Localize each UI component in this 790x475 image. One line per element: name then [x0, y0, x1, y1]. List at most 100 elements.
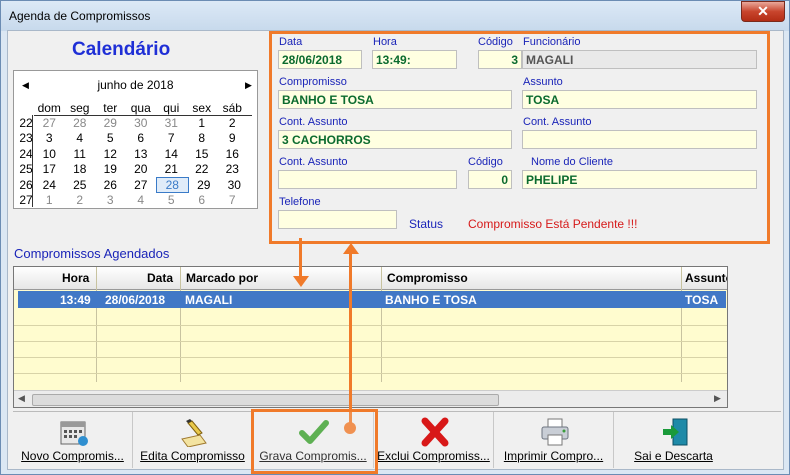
assunto-field[interactable]: TOSA: [522, 90, 757, 109]
cont-assunto-1-field[interactable]: 3 CACHORROS: [278, 130, 512, 149]
cont-assunto-3-field[interactable]: [278, 170, 457, 189]
novo-compromisso-button[interactable]: Novo Compromis...: [13, 412, 133, 468]
calendar-day[interactable]: 3: [34, 131, 65, 145]
calendar-day[interactable]: 2: [65, 193, 96, 207]
col-hora[interactable]: Hora: [62, 271, 89, 285]
calendar-day[interactable]: 5: [95, 131, 126, 145]
data-field[interactable]: 28/06/2018: [278, 50, 362, 69]
cont-assunto-1-label: Cont. Assunto: [279, 116, 348, 128]
calendar-day[interactable]: 18: [65, 162, 96, 176]
edita-compromisso-button[interactable]: Edita Compromisso: [133, 412, 253, 468]
calendar[interactable]: ◀ junho de 2018 ▶ dom seg ter qua qui sex sáb 2…: [13, 70, 258, 209]
table-row[interactable]: 13:49 28/06/2018 MAGALI BANHO E TOSA TOS…: [18, 291, 726, 308]
calendar-day[interactable]: 9: [217, 131, 248, 145]
imprimir-compromisso-button[interactable]: Imprimir Compro...: [494, 412, 614, 468]
telefone-field[interactable]: [278, 210, 397, 229]
next-month-icon[interactable]: ▶: [245, 80, 252, 91]
weekday-label: sáb: [222, 100, 242, 115]
calendar-day[interactable]: 7: [156, 131, 187, 145]
sai-descarta-button[interactable]: Sai e Descarta: [614, 412, 733, 468]
exclui-compromisso-button[interactable]: Exclui Compromiss...: [374, 412, 494, 468]
arrow-up-line: [349, 254, 352, 428]
calendar-day[interactable]: 23: [217, 162, 248, 176]
scroll-left-icon[interactable]: ◀: [18, 393, 25, 404]
calendar-day[interactable]: 28: [156, 176, 189, 193]
calendar-day[interactable]: 5: [156, 193, 187, 207]
calendar-day[interactable]: 24: [34, 178, 65, 192]
weekday-label: sex: [192, 100, 212, 115]
calendar-day[interactable]: 28: [65, 116, 96, 130]
calendar-week-row: 22 27 28 29 30 31 1 2: [18, 115, 250, 130]
weekday-label: seg: [70, 100, 90, 115]
appointments-grid[interactable]: Hora Data Marcado por Compromisso Assunt…: [13, 266, 728, 408]
calendar-day[interactable]: 26: [95, 178, 126, 192]
calendar-day[interactable]: 19: [95, 162, 126, 176]
cell-hora: 13:49: [60, 293, 91, 307]
scroll-thumb[interactable]: [32, 394, 499, 406]
col-compromisso[interactable]: Compromisso: [387, 271, 468, 285]
calendar-day[interactable]: 8: [187, 131, 218, 145]
cliente-field[interactable]: PHELIPE: [522, 170, 757, 189]
calendar-day[interactable]: 29: [189, 178, 220, 192]
calendar-day[interactable]: 20: [126, 162, 157, 176]
calendar-day[interactable]: 27: [126, 178, 157, 192]
data-label: Data: [279, 36, 303, 48]
col-data[interactable]: Data: [147, 271, 173, 285]
calendar-day[interactable]: 1: [34, 193, 65, 207]
cell-data: 28/06/2018: [105, 293, 166, 307]
calendar-day[interactable]: 4: [126, 193, 157, 207]
calendar-day[interactable]: 13: [126, 147, 157, 161]
scroll-right-icon[interactable]: ▶: [714, 393, 721, 404]
close-button[interactable]: ✕: [741, 1, 785, 22]
codigo-field[interactable]: 3: [478, 50, 522, 69]
compromisso-label: Compromisso: [279, 76, 347, 88]
calendar-day[interactable]: 27: [34, 116, 65, 130]
printer-icon: [541, 418, 569, 446]
calendar-day[interactable]: 15: [187, 147, 218, 161]
window-title: Agenda de Compromissos: [9, 9, 151, 23]
calendar-day[interactable]: 30: [219, 178, 250, 192]
calendar-day[interactable]: 30: [126, 116, 157, 130]
weekday-label: qui: [163, 100, 180, 115]
col-marcado-por[interactable]: Marcado por: [186, 271, 258, 285]
calendar-day[interactable]: 21: [156, 162, 187, 176]
calendar-day[interactable]: 1: [187, 116, 218, 130]
funcionario-field[interactable]: MAGALI: [522, 50, 757, 69]
horizontal-scrollbar[interactable]: ◀ ▶: [14, 390, 727, 407]
edita-label: Edita Compromisso: [140, 449, 245, 463]
calendar-day[interactable]: 6: [187, 193, 218, 207]
calendar-day[interactable]: 25: [65, 178, 96, 192]
calendar-grid: dom seg ter qua qui sex sáb 22 27 28 29 30 31 1 2 23 3 4 5…: [18, 100, 250, 208]
calendar-day[interactable]: 14: [156, 147, 187, 161]
weekday-label: dom: [37, 100, 61, 115]
edit-note-icon: [181, 419, 207, 447]
calendar-day[interactable]: 11: [65, 147, 96, 161]
week-separator: [32, 115, 33, 207]
cont-assunto-2-field[interactable]: [522, 130, 757, 149]
calendar-day[interactable]: 22: [187, 162, 218, 176]
toolbar: Novo Compromis... Edita Compromisso Grav…: [13, 411, 781, 469]
calendar-day[interactable]: 16: [217, 147, 248, 161]
cell-marcado-por: MAGALI: [185, 293, 233, 307]
calendar-day[interactable]: 2: [217, 116, 248, 130]
codigo-cliente-field[interactable]: 0: [468, 170, 512, 189]
calendar-day[interactable]: 6: [126, 131, 157, 145]
calendar-day[interactable]: 3: [95, 193, 126, 207]
calendar-day[interactable]: 4: [65, 131, 96, 145]
compromisso-field[interactable]: BANHO E TOSA: [278, 90, 512, 109]
assunto-label: Assunto: [523, 76, 563, 88]
col-assunto[interactable]: Assunto: [685, 271, 727, 285]
calendar-week-row: 23 3 4 5 6 7 8 9: [18, 131, 250, 146]
calendar-day[interactable]: 7: [217, 193, 248, 207]
cell-assunto: TOSA: [685, 293, 719, 307]
hora-field[interactable]: 13:49:: [372, 50, 457, 69]
calendar-day[interactable]: 12: [95, 147, 126, 161]
arrow-down-line: [299, 238, 302, 280]
calendar-day[interactable]: 17: [34, 162, 65, 176]
codigo-cliente-label: Código: [468, 156, 503, 168]
calendar-week-row: 26 24 25 26 27 28 29 30: [18, 176, 250, 193]
hora-label: Hora: [373, 36, 397, 48]
calendar-day[interactable]: 29: [95, 116, 126, 130]
calendar-day[interactable]: 31: [156, 116, 187, 130]
calendar-day[interactable]: 10: [34, 147, 65, 161]
